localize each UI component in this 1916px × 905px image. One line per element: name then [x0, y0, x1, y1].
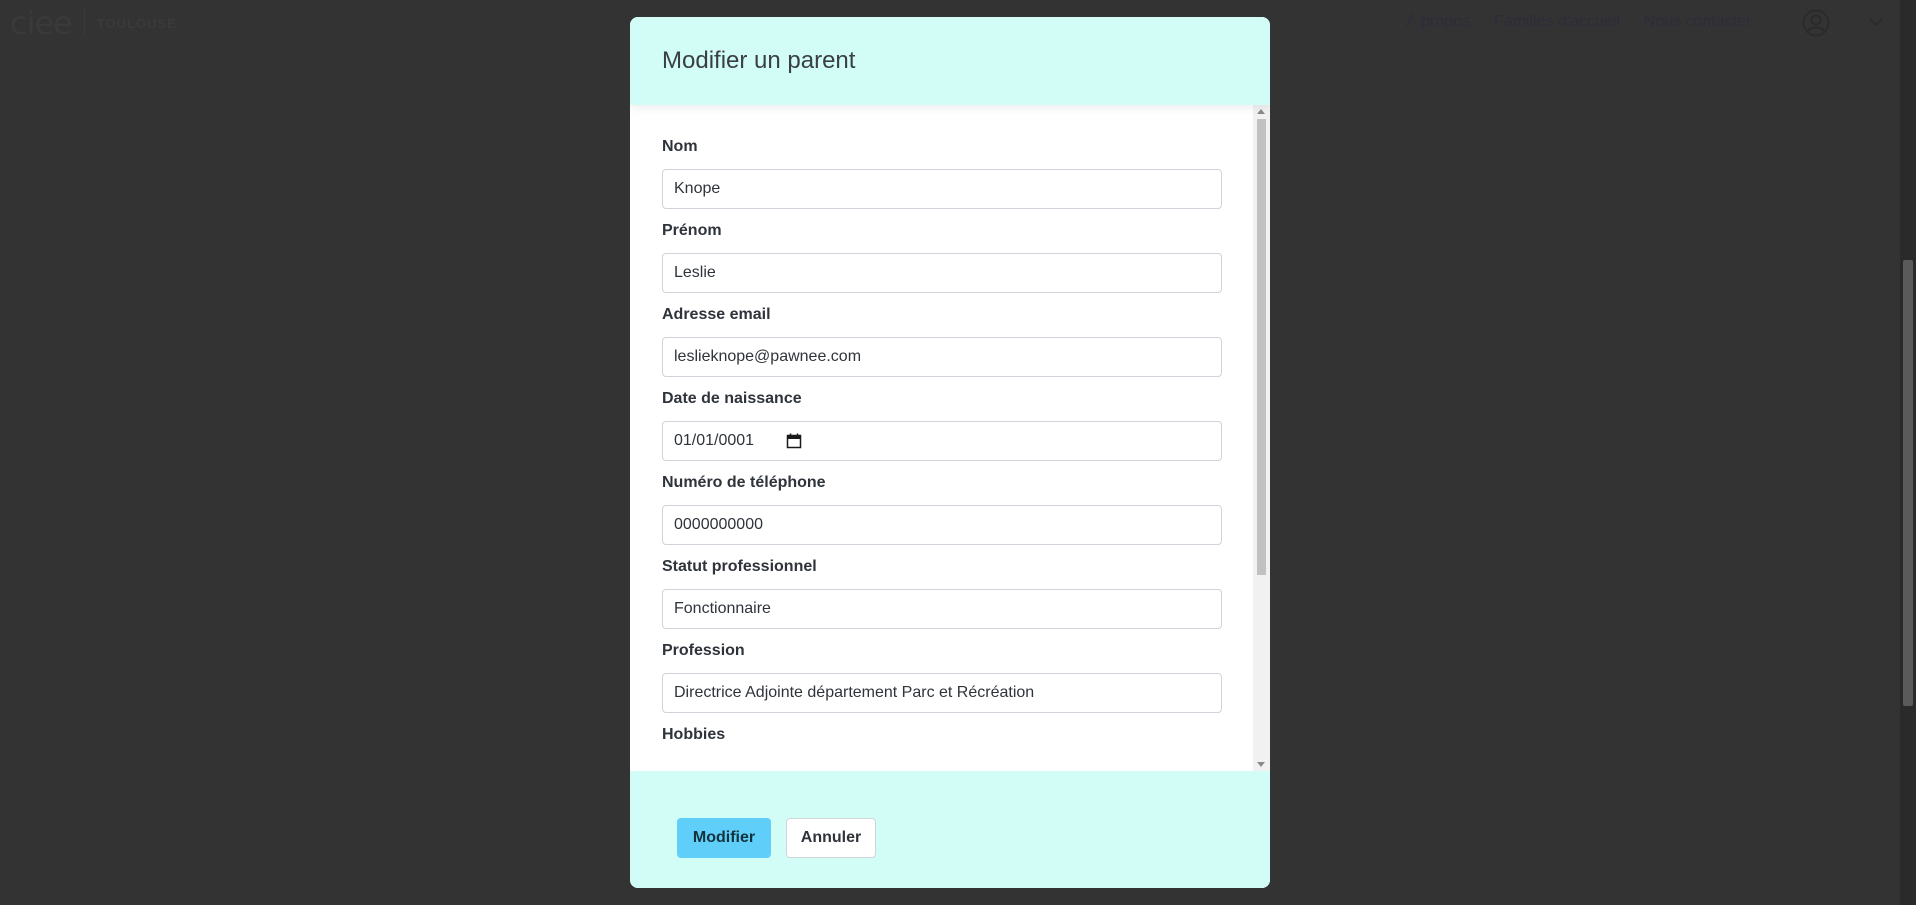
nav-link-contact[interactable]: Nous contacter	[1644, 13, 1752, 31]
form-group-email: Adresse email leslieknope@pawnee.com	[662, 303, 1222, 377]
nom-label: Nom	[662, 138, 698, 155]
email-input[interactable]: leslieknope@pawnee.com	[662, 337, 1222, 377]
prenom-label: Prénom	[662, 222, 722, 239]
nav-link-a-propos[interactable]: À propos	[1406, 13, 1470, 31]
email-label: Adresse email	[662, 306, 771, 323]
modal-title: Modifier un parent	[662, 47, 856, 74]
brand-divider	[83, 9, 85, 37]
naissance-label: Date de naissance	[662, 390, 802, 407]
hobbies-label: Hobbies	[662, 726, 726, 743]
nav-link-familles[interactable]: Familles d'accueil	[1494, 13, 1620, 31]
modal-body[interactable]: Nom Knope Prénom Leslie Adresse email le…	[630, 105, 1270, 771]
brand[interactable]: ciee TOULOUSE	[10, 4, 177, 42]
modal-header: Modifier un parent	[630, 17, 1270, 105]
page-scrollbar[interactable]	[1900, 0, 1916, 905]
user-circle-icon[interactable]	[1802, 9, 1830, 37]
modifier-button[interactable]: Modifier	[677, 818, 771, 858]
brand-city: TOULOUSE	[96, 15, 177, 31]
profession-input[interactable]: Directrice Adjointe département Parc et …	[662, 673, 1222, 713]
chevron-down-icon[interactable]	[1868, 16, 1884, 28]
scroll-down-arrow-icon[interactable]	[1257, 762, 1265, 767]
form-group-statut: Statut professionnel Fonctionnaire	[662, 555, 1222, 629]
form-group-naissance: Date de naissance 01/01/0001	[662, 387, 1222, 461]
telephone-label: Numéro de téléphone	[662, 474, 826, 491]
edit-parent-modal: Modifier un parent Nom Knope Prénom Lesl…	[630, 17, 1270, 888]
modal-body-scrollbar-thumb[interactable]	[1257, 119, 1266, 575]
statut-input[interactable]: Fonctionnaire	[662, 589, 1222, 629]
annuler-button[interactable]: Annuler	[786, 818, 876, 858]
modal-body-scrollbar[interactable]	[1253, 105, 1270, 771]
calendar-icon[interactable]	[786, 433, 802, 449]
brand-logo: ciee	[10, 4, 73, 42]
scroll-up-arrow-icon[interactable]	[1257, 109, 1265, 114]
birthdate-value: 01/01/0001	[674, 432, 755, 449]
statut-label: Statut professionnel	[662, 558, 817, 575]
birthdate-input[interactable]: 01/01/0001	[662, 421, 1222, 461]
form-group-hobbies: Hobbies	[662, 723, 1222, 747]
prenom-input[interactable]: Leslie	[662, 253, 1222, 293]
profession-label: Profession	[662, 642, 745, 659]
modal-footer: Modifier Annuler	[630, 771, 1270, 888]
nom-input[interactable]: Knope	[662, 169, 1222, 209]
nav-links: À propos Familles d'accueil Nous contact…	[1406, 13, 1751, 31]
form-group-prenom: Prénom Leslie	[662, 219, 1222, 293]
form-group-nom: Nom Knope	[662, 135, 1222, 209]
telephone-input[interactable]: 0000000000	[662, 505, 1222, 545]
form-group-telephone: Numéro de téléphone 0000000000	[662, 471, 1222, 545]
form-group-profession: Profession Directrice Adjointe départeme…	[662, 639, 1222, 713]
page-scrollbar-thumb[interactable]	[1903, 260, 1913, 706]
